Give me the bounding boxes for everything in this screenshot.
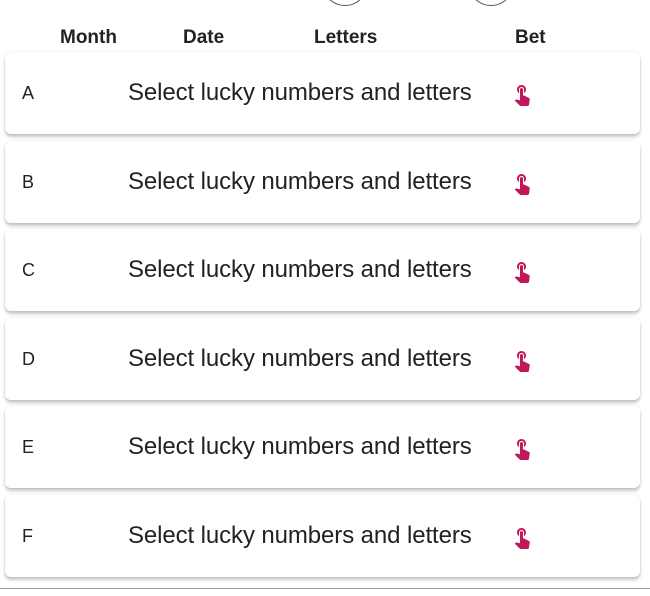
letters-selector-circle[interactable] xyxy=(322,0,368,6)
row-select-text[interactable]: Select lucky numbers and letters xyxy=(128,406,472,488)
bet-screen: Month Date Letters Bet A Select lucky nu… xyxy=(0,0,650,596)
bet-selector-circle[interactable] xyxy=(468,0,514,6)
tap-hand-icon[interactable] xyxy=(510,525,534,549)
bet-row-f[interactable]: F Select lucky numbers and letters xyxy=(5,494,640,577)
row-letter: C xyxy=(22,260,35,280)
header-letters: Letters xyxy=(314,27,378,48)
tap-hand-icon[interactable] xyxy=(510,436,534,460)
row-letter: B xyxy=(22,171,35,192)
bottom-divider xyxy=(0,588,650,589)
bet-row-c[interactable]: C Select lucky numbers and letters xyxy=(5,229,640,311)
bet-rows-list: A Select lucky numbers and letters B Sel… xyxy=(5,52,640,583)
row-select-text[interactable]: Select lucky numbers and letters xyxy=(128,229,472,311)
tap-hand-icon[interactable] xyxy=(510,259,534,283)
header-bet: Bet xyxy=(515,27,546,48)
bet-row-b[interactable]: B Select lucky numbers and letters xyxy=(5,140,640,223)
row-select-text[interactable]: Select lucky numbers and letters xyxy=(128,318,472,400)
header-month: Month xyxy=(60,27,117,48)
row-letter: A xyxy=(22,83,35,103)
bet-row-a[interactable]: A Select lucky numbers and letters xyxy=(5,52,640,134)
row-select-text[interactable]: Select lucky numbers and letters xyxy=(128,495,472,577)
bet-row-e[interactable]: E Select lucky numbers and letters xyxy=(5,406,640,488)
tap-hand-icon[interactable] xyxy=(510,171,534,195)
bet-row-d[interactable]: D Select lucky numbers and letters xyxy=(5,317,640,400)
row-select-text[interactable]: Select lucky numbers and letters xyxy=(128,141,472,223)
row-letter: D xyxy=(22,348,35,369)
row-letter: F xyxy=(22,525,33,546)
row-select-text[interactable]: Select lucky numbers and letters xyxy=(128,52,472,134)
tap-hand-icon[interactable] xyxy=(510,348,534,372)
tap-hand-icon[interactable] xyxy=(510,82,534,106)
header-date: Date xyxy=(183,27,225,48)
row-letter: E xyxy=(22,437,35,457)
